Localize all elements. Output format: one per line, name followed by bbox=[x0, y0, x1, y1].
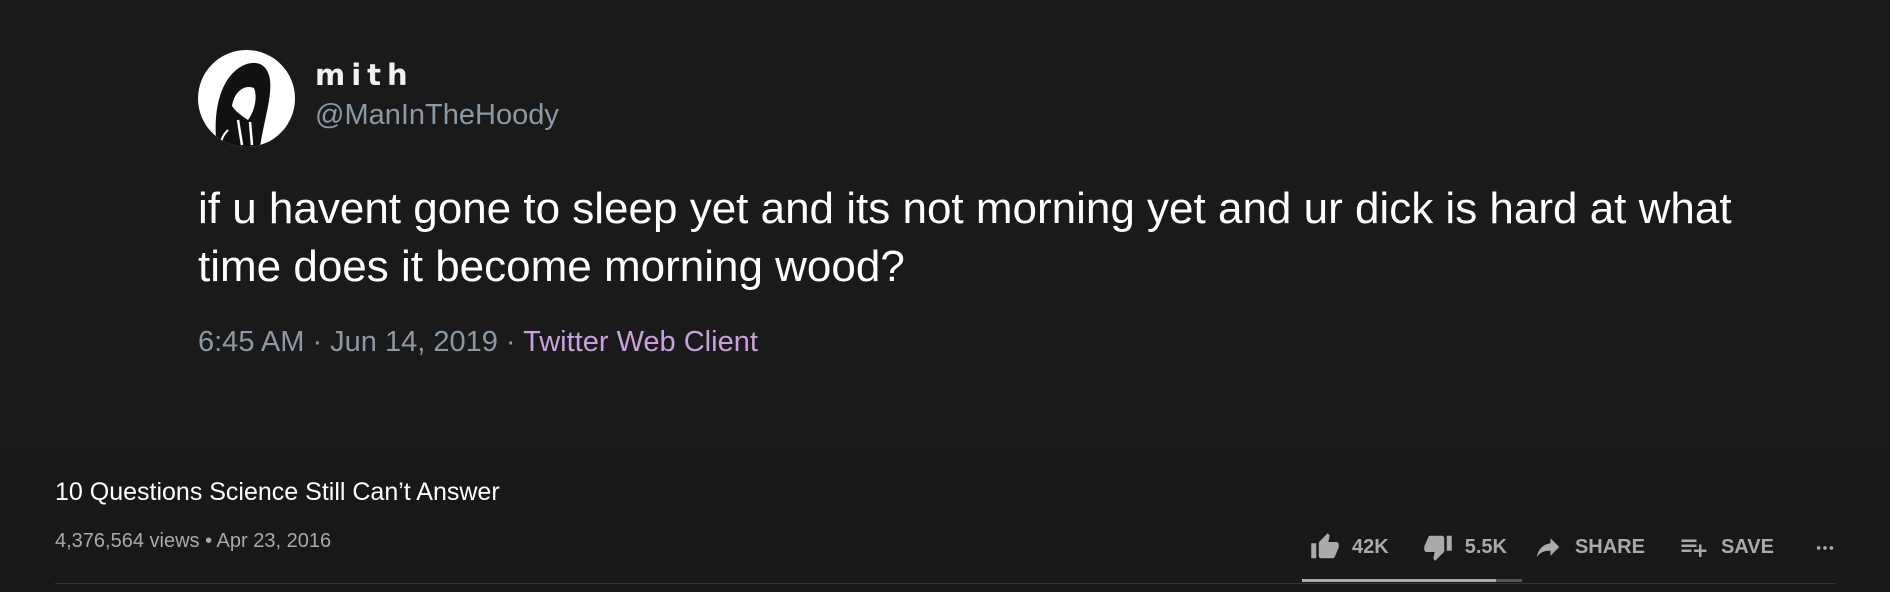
save-label: SAVE bbox=[1720, 535, 1774, 558]
dislike-button[interactable]: 5.5K bbox=[1423, 532, 1507, 562]
tweet-card: mith @ManInTheHoody if u havent gone to … bbox=[0, 0, 1890, 446]
avatar[interactable] bbox=[198, 50, 295, 147]
sentiment-bar bbox=[1302, 579, 1522, 582]
hooded-figure-icon bbox=[215, 62, 271, 147]
video-stats: 4,376,564 views • Apr 23, 2016 bbox=[55, 530, 332, 552]
like-button[interactable]: 42K bbox=[1310, 532, 1389, 562]
save-button[interactable]: SAVE bbox=[1679, 532, 1774, 562]
tweet-meta: 6:45 AM · Jun 14, 2019 · Twitter Web Cli… bbox=[198, 326, 758, 359]
user-handle[interactable]: @ManInTheHoody bbox=[315, 99, 559, 132]
share-label: SHARE bbox=[1574, 535, 1645, 558]
more-actions-button[interactable] bbox=[1814, 532, 1848, 562]
thumbs-up-icon bbox=[1311, 533, 1339, 559]
playlist-add-icon bbox=[1681, 539, 1707, 557]
more-horizontal-icon bbox=[1816, 546, 1834, 550]
tweet-text: if u havent gone to sleep yet and its no… bbox=[198, 184, 1732, 291]
video-info: 10 Questions Science Still Can’t Answer … bbox=[0, 446, 1890, 592]
divider bbox=[55, 583, 1835, 584]
video-actions: 42K 5.5K SHARE SAVE bbox=[1310, 530, 1848, 564]
tweet-timestamp[interactable]: 6:45 AM · Jun 14, 2019 · bbox=[198, 326, 523, 358]
tweet-source[interactable]: Twitter Web Client bbox=[523, 326, 758, 358]
thumbs-down-icon bbox=[1423, 535, 1452, 561]
display-name[interactable]: mith bbox=[315, 58, 414, 92]
share-button[interactable]: SHARE bbox=[1533, 532, 1645, 562]
sentiment-bar-fill bbox=[1302, 579, 1496, 582]
share-arrow-icon bbox=[1536, 538, 1560, 557]
like-count: 42K bbox=[1352, 535, 1389, 558]
video-title: 10 Questions Science Still Can’t Answer bbox=[55, 478, 500, 506]
dislike-count: 5.5K bbox=[1464, 535, 1507, 558]
